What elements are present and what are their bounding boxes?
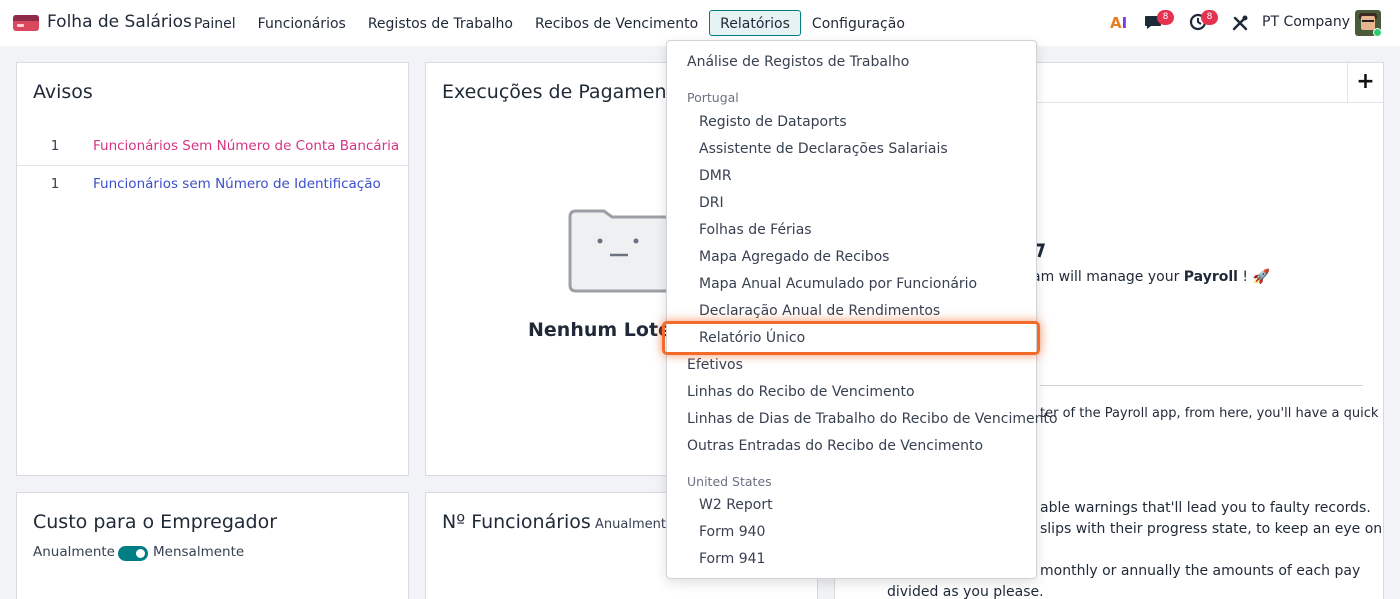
- menu-funcionarios[interactable]: Funcionários: [247, 10, 357, 36]
- employer-cost-title: Custo para o Empregador: [33, 511, 278, 533]
- debug-tools-icon[interactable]: [1231, 14, 1249, 32]
- toggle-annual-label[interactable]: Anualmente: [33, 544, 115, 560]
- menu-item-payslip-lines[interactable]: Linhas do Recibo de Vencimento: [687, 384, 915, 400]
- intro-line: monthly or annually the amounts of each …: [1040, 563, 1361, 579]
- highlight-relatorio-unico: [662, 321, 1040, 355]
- activity-badge: 8: [1201, 10, 1218, 25]
- main-menu: Painel Funcionários Registos de Trabalho…: [183, 10, 916, 36]
- ai-icon[interactable]: AI: [1110, 14, 1127, 32]
- divider: [1040, 385, 1363, 386]
- menu-recibos-de-vencimento[interactable]: Recibos de Vencimento: [524, 10, 709, 36]
- menu-item-dmr[interactable]: DMR: [699, 168, 732, 184]
- warnings-card: Avisos 1 Funcionários Sem Número de Cont…: [16, 62, 409, 476]
- intro-line: divided as you please.: [887, 584, 1044, 599]
- menu-registos-de-trabalho[interactable]: Registos de Trabalho: [357, 10, 524, 36]
- menu-item-other-payslip-inputs[interactable]: Outras Entradas do Recibo de Vencimento: [687, 438, 983, 454]
- menu-item-dri[interactable]: DRI: [699, 195, 724, 211]
- menu-item-annual-income-declaration[interactable]: Declaração Anual de Rendimentos: [699, 303, 940, 319]
- toggle-monthly-label[interactable]: Mensalmente: [153, 544, 244, 560]
- menu-item-payslip-worked-days-lines[interactable]: Linhas de Dias de Trabalho do Recibo de …: [687, 411, 1058, 427]
- online-status-icon: [1373, 28, 1382, 37]
- payroll-subtitle: am will manage your Payroll ! 🚀: [1032, 269, 1270, 285]
- employer-cost-card: Custo para o Empregador Anualmente Mensa…: [16, 492, 409, 599]
- menu-item-aggregated-map[interactable]: Mapa Agregado de Recibos: [699, 249, 889, 265]
- app-title[interactable]: Folha de Salários: [47, 12, 192, 32]
- reports-dropdown-menu: Análise de Registos de Trabalho Portugal…: [666, 40, 1058, 579]
- warning-row[interactable]: 1 Funcionários sem Número de Identificaç…: [17, 165, 407, 203]
- intro-line: slips with their progress state, to keep…: [1040, 521, 1383, 537]
- menu-item-dataports[interactable]: Registo de Dataports: [699, 114, 847, 130]
- menu-item-w2-report[interactable]: W2 Report: [699, 497, 773, 513]
- add-button[interactable]: +: [1347, 63, 1383, 103]
- menu-configuracao[interactable]: Configuração: [801, 10, 916, 36]
- menu-item-salary-declarations[interactable]: Assistente de Declarações Salariais: [699, 141, 948, 157]
- menu-relatorios[interactable]: Relatórios: [709, 10, 801, 36]
- payroll-app-icon[interactable]: [13, 15, 39, 31]
- menu-item-efetivos[interactable]: Efetivos: [687, 357, 743, 373]
- warnings-title: Avisos: [33, 81, 93, 103]
- section-header-united-states: United States: [687, 474, 772, 489]
- section-header-portugal: Portugal: [687, 90, 739, 105]
- empty-folder-icon: [568, 209, 676, 293]
- menu-item-annual-accumulated-map[interactable]: Mapa Anual Acumulado por Funcionário: [699, 276, 977, 292]
- chat-badge: 8: [1157, 10, 1174, 25]
- period-selector[interactable]: Anualmente: [595, 517, 674, 532]
- period-toggle[interactable]: [118, 546, 148, 561]
- menu-item-work-entries-analysis[interactable]: Análise de Registos de Trabalho: [687, 54, 909, 70]
- company-switcher[interactable]: PT Company: [1262, 14, 1350, 30]
- menu-item-holiday-sheets[interactable]: Folhas de Férias: [699, 222, 812, 238]
- warning-link-identification[interactable]: Funcionários sem Número de Identificação: [93, 176, 381, 192]
- warning-link-bank-account[interactable]: Funcionários Sem Número de Conta Bancári…: [93, 138, 399, 154]
- menu-item-form-940[interactable]: Form 940: [699, 524, 765, 540]
- menu-painel[interactable]: Painel: [183, 10, 247, 36]
- employees-count-title: Nº Funcionários: [442, 511, 591, 533]
- payslip-runs-title: Execuções de Pagamen: [442, 81, 667, 103]
- warning-row[interactable]: 1 Funcionários Sem Número de Conta Bancá…: [17, 127, 407, 165]
- intro-line: ter of the Payroll app, from here, you'l…: [1040, 406, 1379, 421]
- intro-line: able warnings that'll lead you to faulty…: [1040, 500, 1371, 516]
- menu-item-form-941[interactable]: Form 941: [699, 551, 765, 567]
